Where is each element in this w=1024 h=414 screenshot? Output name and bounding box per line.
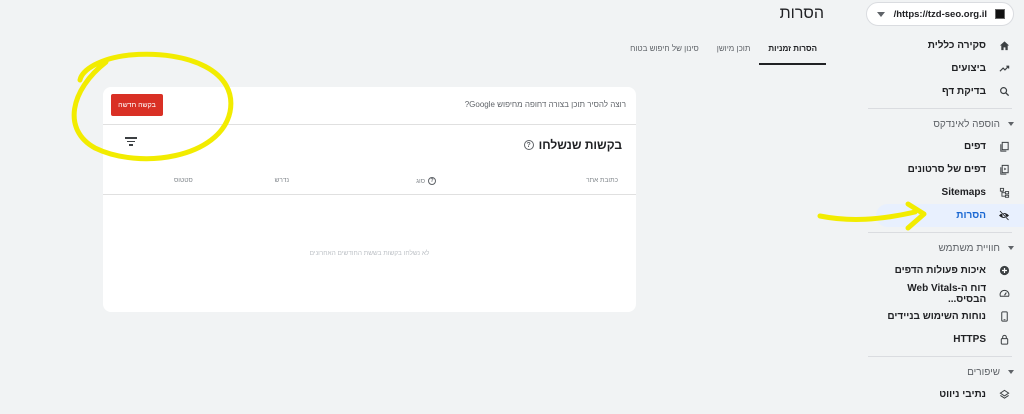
tab-temporary-removals[interactable]: הסרות זמניות (759, 40, 826, 65)
new-request-button[interactable]: בקשה חדשה (111, 94, 163, 116)
removal-tabs: הסרות זמניות תוכן מיושן סינון של חיפוש ב… (621, 40, 826, 65)
pages-icon (996, 139, 1012, 155)
sidebar-divider (868, 232, 1012, 233)
sidebar-item-label: הסרות (956, 210, 986, 221)
section-enhancements-toggle[interactable]: שיפורים (868, 361, 1024, 383)
sidebar-item-mobile-usability[interactable]: נוחות השימוש בניידים (868, 305, 1024, 328)
submitted-requests-title: בקשות שנשלחו ? (523, 138, 622, 152)
table-header: כתובת אתר סוג ? נדרש סטטוס (103, 173, 636, 195)
sidebar-item-overview[interactable]: סקירה כללית (868, 34, 1024, 57)
sidebar-item-url-inspection[interactable]: בדיקת דף (868, 80, 1024, 103)
sidebar-item-sitemaps[interactable]: Sitemaps (868, 181, 1024, 204)
section-experience-toggle[interactable]: חוויית משתמש (868, 237, 1024, 259)
section-label: הוספה לאינדקס (933, 118, 1000, 130)
sidebar-item-breadcrumbs[interactable]: נתיבי ניווט (868, 383, 1024, 406)
sidebar-divider (868, 356, 1012, 357)
sidebar-item-label: ביצועים (951, 63, 986, 74)
column-url[interactable]: כתובת אתר (586, 177, 618, 184)
column-status[interactable]: סטטוס (174, 177, 193, 184)
help-icon[interactable]: ? (428, 177, 436, 185)
removal-prompt: רוצה להסיר תוכן בצורה דחופה מחיפוש Googl… (464, 100, 626, 109)
tab-safesearch-filtering[interactable]: סינון של חיפוש בטוח (621, 40, 708, 65)
collapse-icon (1008, 122, 1014, 126)
speed-icon (996, 286, 1012, 302)
eye-off-icon (996, 208, 1012, 224)
card-header: רוצה להסיר תוכן בצורה דחופה מחיפוש Googl… (103, 87, 636, 125)
layers-icon (996, 387, 1012, 403)
sidebar-item-label: דפים של סרטונים (907, 164, 986, 175)
sidebar-item-label: בדיקת דף (941, 86, 986, 97)
lock-icon (996, 332, 1012, 348)
sidebar-item-removals[interactable]: הסרות (876, 204, 1024, 227)
property-selector[interactable]: https://tzd-seo.org.il/ (866, 2, 1014, 26)
mobile-icon (996, 309, 1012, 325)
section-indexing-toggle[interactable]: הוספה לאינדקס (868, 113, 1024, 135)
tab-outdated-content[interactable]: תוכן מיושן (708, 40, 760, 65)
sidebar-item-label: HTTPS (953, 334, 986, 345)
site-favicon-icon (995, 9, 1005, 19)
column-type[interactable]: סוג ? (416, 177, 436, 185)
card-title-text: בקשות שנשלחו (538, 138, 622, 152)
search-icon (996, 84, 1012, 100)
section-label: חוויית משתמש (938, 242, 1000, 254)
filter-icon[interactable] (125, 137, 137, 147)
sidebar-item-performance[interactable]: ביצועים (868, 57, 1024, 80)
trending-icon (996, 61, 1012, 77)
sidebar-item-label: דוח ה-Web Vitals הבסיס... (907, 282, 987, 305)
column-requested[interactable]: נדרש (275, 177, 289, 184)
sidebar-item-label: נוחות השימוש בניידים (887, 311, 986, 322)
home-icon (996, 38, 1012, 54)
page-title: הסרות (779, 5, 824, 22)
video-pages-icon (996, 162, 1012, 178)
help-icon[interactable]: ? (523, 140, 534, 150)
sidebar-item-pages[interactable]: דפים (868, 135, 1024, 158)
collapse-icon (1008, 370, 1014, 374)
property-url: https://tzd-seo.org.il/ (893, 8, 987, 20)
column-type-label: סוג (416, 177, 425, 185)
empty-state-message: לא נשלחו בקשות בששת החודשים האחרונים (309, 250, 430, 257)
sitemap-icon (996, 185, 1012, 201)
sidebar-item-core-web-vitals[interactable]: דוח ה-Web Vitals הבסיס... (868, 282, 1024, 305)
sidebar-item-label: Sitemaps (941, 187, 986, 198)
collapse-icon (1008, 246, 1014, 250)
section-label: שיפורים (967, 366, 1000, 378)
sidebar-item-page-experience[interactable]: איכות פעולות הדפים (868, 259, 1024, 282)
sidebar-item-label: סקירה כללית (927, 40, 986, 51)
chevron-down-icon (877, 12, 885, 17)
sidebar-item-https[interactable]: HTTPS (868, 328, 1024, 351)
sidebar-item-label: איכות פעולות הדפים (894, 265, 986, 276)
sidebar: סקירה כללית ביצועים בדיקת דף הוספה לאינד… (868, 34, 1024, 414)
requests-card: רוצה להסיר תוכן בצורה דחופה מחיפוש Googl… (103, 87, 636, 312)
sidebar-item-label: דפים (963, 141, 986, 152)
sidebar-divider (868, 108, 1012, 109)
plus-circle-icon (996, 263, 1012, 279)
top-bar: https://tzd-seo.org.il/ הסרות (0, 0, 1024, 30)
sidebar-item-label: נתיבי ניווט (939, 389, 986, 400)
sidebar-item-video-pages[interactable]: דפים של סרטונים (868, 158, 1024, 181)
